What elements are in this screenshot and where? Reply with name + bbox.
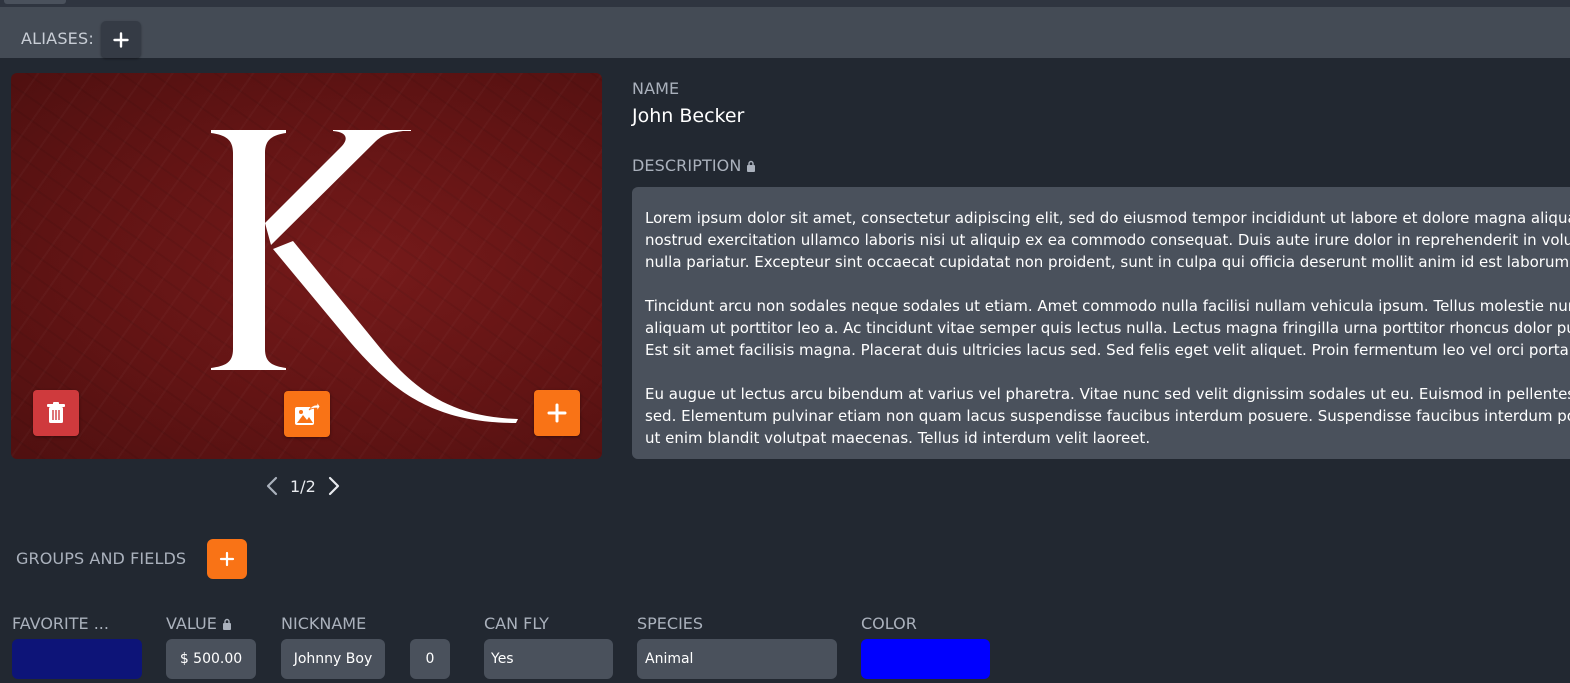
- description-line: Eu augue ut lectus arcu bibendum at vari…: [645, 385, 1570, 403]
- groups-label: GROUPS AND FIELDS: [16, 549, 187, 568]
- description-line: aliquam ut porttitor leo a. Ac tincidunt…: [645, 319, 1570, 337]
- favorite-label: FAVORITE ...: [12, 614, 109, 633]
- description-line: Lorem ipsum dolor sit amet, consectetur …: [645, 209, 1570, 227]
- description-line: ut enim blandit volutpat maecenas. Tellu…: [645, 429, 1151, 447]
- description-label-text: DESCRIPTION: [632, 156, 742, 175]
- image-pager: 1/2: [262, 474, 344, 498]
- description-line: Est sit amet facilisis magna. Placerat d…: [645, 341, 1570, 359]
- top-bar: [0, 0, 1570, 7]
- can-fly-field[interactable]: Yes: [484, 639, 613, 679]
- description-text: Lorem ipsum dolor sit amet, consectetur …: [645, 207, 1570, 459]
- add-group-button[interactable]: [207, 539, 247, 579]
- change-image-button[interactable]: [284, 391, 330, 437]
- value-label-text: VALUE: [166, 614, 217, 633]
- favorite-color-swatch[interactable]: [12, 639, 142, 679]
- aliases-label: ALIASES:: [21, 29, 94, 48]
- add-image-button[interactable]: [534, 390, 580, 436]
- name-label: NAME: [632, 79, 680, 98]
- description-line: sed. Elementum pulvinar etiam non quam l…: [645, 407, 1570, 425]
- previous-image-button[interactable]: [262, 474, 282, 498]
- value-field[interactable]: $ 500.00: [166, 639, 256, 679]
- species-label: SPECIES: [637, 614, 704, 633]
- description-label: DESCRIPTION: [632, 156, 756, 175]
- aliases-bar: ALIASES:: [0, 7, 1570, 58]
- value-label: VALUE: [166, 614, 232, 633]
- plus-icon: [113, 31, 129, 48]
- color-swatch[interactable]: [861, 639, 990, 679]
- next-image-button[interactable]: [324, 474, 344, 498]
- name-value[interactable]: John Becker: [632, 105, 744, 127]
- character-image: [11, 73, 602, 459]
- plus-icon: [547, 403, 567, 423]
- image-share-icon: [295, 402, 320, 425]
- lock-icon: [222, 618, 232, 630]
- description-line: nulla pariatur. Excepteur sint occaecat …: [645, 253, 1570, 271]
- chevron-left-icon: [266, 476, 278, 496]
- nickname-count-field[interactable]: 0: [410, 639, 450, 679]
- species-field[interactable]: Animal: [637, 639, 837, 679]
- chevron-right-icon: [328, 476, 339, 496]
- delete-image-button[interactable]: [33, 390, 79, 436]
- plus-icon: [219, 551, 235, 567]
- trash-icon: [47, 402, 65, 423]
- pager-count: 1/2: [290, 476, 316, 496]
- lock-icon: [746, 160, 756, 172]
- color-label: COLOR: [861, 614, 917, 633]
- add-alias-button[interactable]: [101, 21, 141, 58]
- nickname-field[interactable]: Johnny Boy: [281, 639, 385, 679]
- top-tab[interactable]: [4, 0, 66, 4]
- description-box[interactable]: Lorem ipsum dolor sit amet, consectetur …: [632, 187, 1570, 459]
- can-fly-label: CAN FLY: [484, 614, 549, 633]
- nickname-label: NICKNAME: [281, 614, 367, 633]
- description-line: Tincidunt arcu non sodales neque sodales…: [645, 297, 1570, 315]
- description-line: nostrud exercitation ullamco laboris nis…: [645, 231, 1570, 249]
